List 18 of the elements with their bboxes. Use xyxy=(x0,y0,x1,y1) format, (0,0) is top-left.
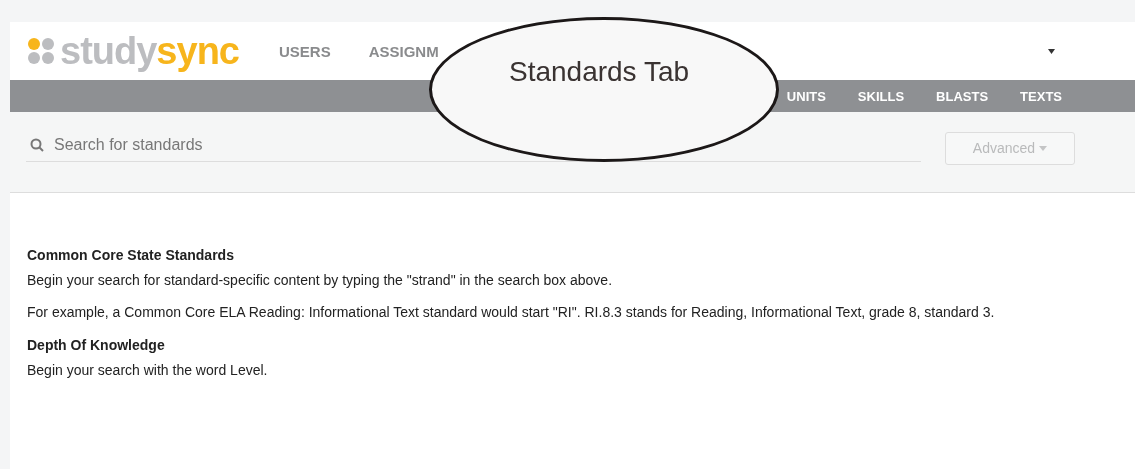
advanced-button[interactable]: Advanced xyxy=(945,131,1075,165)
caret-icon xyxy=(1039,145,1048,151)
section-heading: Common Core State Standards xyxy=(27,246,235,265)
dots-icon xyxy=(28,38,54,64)
callout-label: Standards Tab xyxy=(508,56,690,88)
studysync-logo[interactable]: studysync xyxy=(28,32,239,70)
nav-tab[interactable]: USERS xyxy=(279,42,331,60)
subnav-tab[interactable]: BLASTS xyxy=(936,88,989,104)
subnav-tab[interactable]: SKILLS xyxy=(857,88,905,104)
caret-icon[interactable] xyxy=(1048,48,1055,54)
paragraph: For example, a Common Core ELA Reading: Informational Text standard would start "RI". RI.8.3 stands for Reading, Informational Text, grade 8, standard 3. xyxy=(27,303,996,323)
search-field[interactable]: Search for standards xyxy=(52,134,917,155)
subnav-tab[interactable]: TEXTS xyxy=(1020,88,1062,104)
section-heading: Depth Of Knowledge xyxy=(27,335,166,355)
paragraph: Begin your search with the word Level. xyxy=(27,360,269,380)
subnav-tab[interactable]: UNITS xyxy=(786,88,826,104)
search-icon xyxy=(30,137,44,152)
paragraph: Begin your search for standard-specific content by typing the "strand" in the search box above. xyxy=(27,271,614,291)
